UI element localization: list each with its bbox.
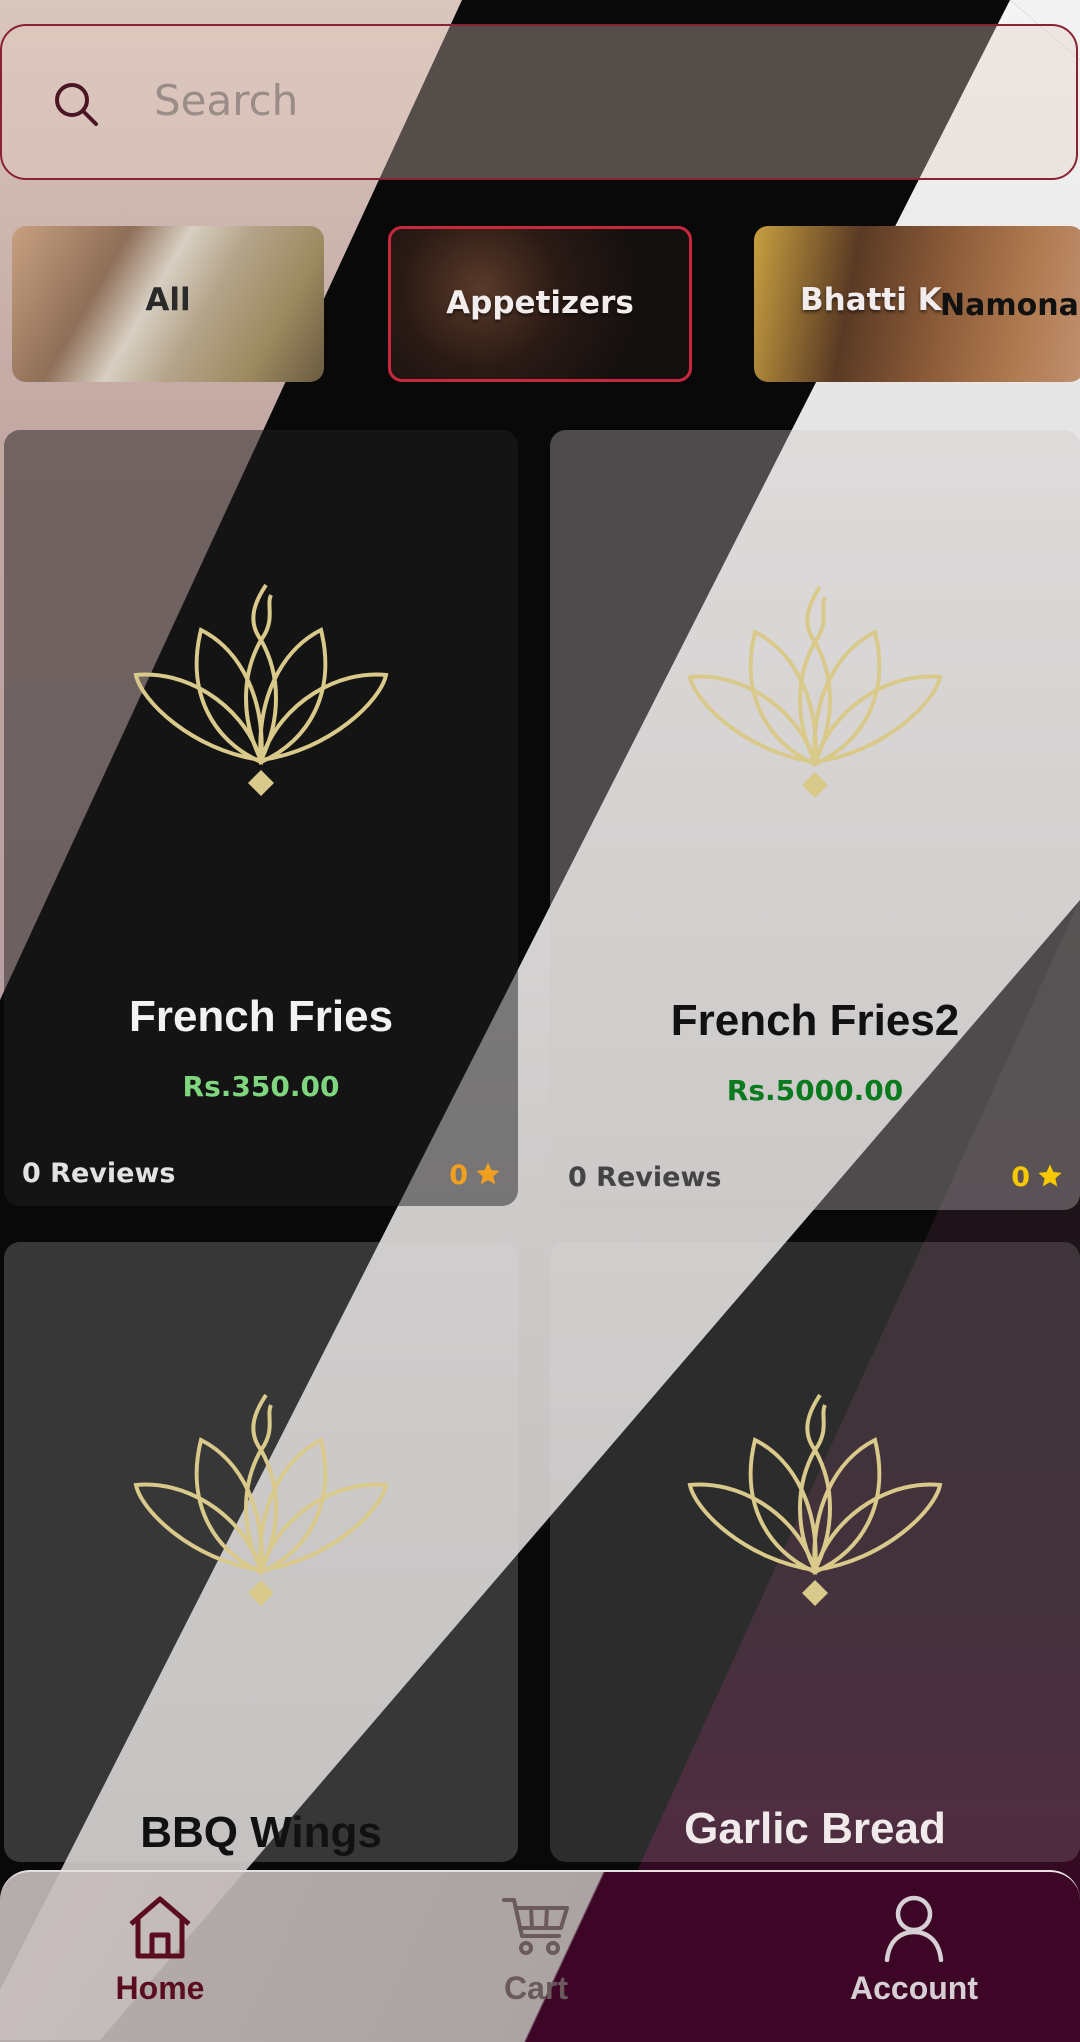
search-bar[interactable]: Search [0,24,1078,180]
category-all[interactable]: All [12,226,324,382]
category-label: Appetizers [446,285,634,321]
lotus-logo-icon [133,1393,389,1606]
product-name: BBQ Wings [140,1808,382,1857]
product-price: Rs.350.00 [182,1070,340,1103]
rating-value: 0 [449,1160,468,1191]
star-icon [1038,1164,1062,1187]
product-rating: 0 [449,1160,502,1191]
nav-label: Home [115,1970,205,2006]
category-appetizers[interactable]: Appetizers [388,226,692,382]
search-icon [55,83,98,126]
cart-icon [502,1898,569,1955]
bottom-navigation: Home Cart Account [0,1870,1080,2042]
product-card-french-fries2[interactable]: French Fries2 Rs.5000.00 0 Reviews 0 [550,430,1080,1210]
product-card-french-fries[interactable]: French Fries Rs.350.00 0 Reviews 0 [4,430,518,1206]
rating-value: 0 [1011,1162,1030,1193]
account-icon [884,1895,944,1962]
product-name: French Fries2 [670,996,960,1045]
product-card-garlic-bread[interactable]: Garlic Bread [550,1242,1080,1862]
nav-cart[interactable]: Cart [426,1892,646,2007]
category-bhatti[interactable]: Bhatti K Namona [754,226,1080,382]
nav-account[interactable]: Account [804,1892,1024,2007]
lotus-logo-icon [687,585,943,798]
category-overlap-label: Namona [940,288,1079,323]
lotus-logo-icon [133,583,389,796]
product-rating: 0 [1011,1162,1064,1193]
nav-label: Cart [503,1970,568,2006]
product-reviews: 0 Reviews [22,1158,176,1189]
nav-home[interactable]: Home [50,1892,270,2007]
nav-label: Account [850,1970,978,2006]
product-card-bbq-wings[interactable]: BBQ Wings [4,1242,518,1862]
star-icon [476,1162,500,1185]
product-price: Rs.5000.00 [726,1074,904,1107]
search-input[interactable]: Search [154,76,298,125]
category-label: All [145,282,191,318]
home-icon [129,1896,191,1959]
product-name: French Fries [128,992,394,1041]
product-name: Garlic Bread [684,1804,946,1853]
product-reviews: 0 Reviews [568,1162,722,1193]
lotus-logo-icon [687,1393,943,1606]
